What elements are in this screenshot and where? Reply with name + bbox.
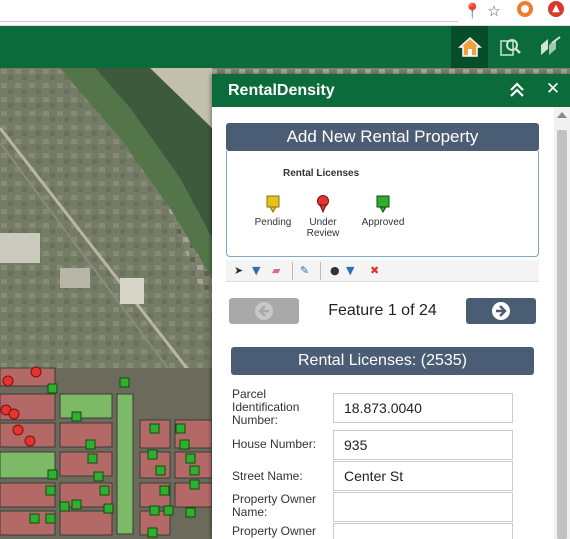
double-chevron-up-icon — [510, 82, 524, 97]
template-approved[interactable]: Approved — [353, 195, 413, 228]
attribute-label: Property Owner Name: — [232, 492, 317, 519]
extension-red-icon[interactable]: ▲ — [548, 1, 564, 17]
delete-icon[interactable]: ✖ — [370, 263, 379, 279]
template-under-review[interactable]: Under Review — [293, 195, 353, 239]
owner-field[interactable] — [333, 523, 513, 539]
scrollbar-thumb[interactable] — [557, 130, 567, 539]
extension-orange-icon[interactable] — [517, 1, 533, 17]
close-button[interactable]: ✕ — [544, 80, 562, 98]
attribute-row: Property Owner — [232, 523, 537, 539]
toolbar-separator — [320, 262, 321, 280]
arrow-right-icon — [492, 302, 510, 320]
arrow-left-icon — [255, 302, 273, 320]
green-marker-icon — [376, 195, 390, 213]
attribute-label: House Number: — [232, 437, 317, 451]
collapse-button[interactable] — [508, 81, 526, 99]
house-number-field[interactable]: 935 — [333, 430, 513, 460]
home-button[interactable] — [451, 26, 488, 68]
template-picker: Rental Licenses Pending Under Review App… — [226, 151, 539, 257]
attribute-row: Street Name: Center St — [232, 461, 537, 493]
attribute-row: Property Owner Name: — [232, 492, 537, 524]
dropdown-icon[interactable]: ▼ — [346, 263, 354, 279]
close-icon: ✕ — [545, 79, 561, 99]
address-bar[interactable] — [0, 0, 458, 22]
home-icon — [457, 36, 482, 57]
scroll-up-arrow[interactable] — [557, 112, 567, 118]
rental-density-panel: RentalDensity ✕ Add New Rental Property … — [212, 74, 570, 539]
owner-name-field[interactable] — [333, 492, 513, 522]
next-feature-button[interactable] — [466, 298, 536, 324]
panel-title: RentalDensity — [228, 82, 335, 99]
attributes-icon[interactable]: ✎ — [300, 263, 309, 279]
dropdown-icon[interactable]: ▼ — [252, 263, 260, 279]
yellow-marker-icon — [266, 195, 280, 213]
layers-button[interactable] — [531, 26, 568, 68]
attribute-label: Street Name: — [232, 469, 303, 483]
point-tool-icon[interactable]: ● — [330, 263, 340, 279]
app-header — [0, 26, 570, 68]
search-button[interactable] — [491, 26, 528, 68]
layer-title: Rental Licenses: (2535) — [231, 347, 534, 375]
attribute-row: Parcel Identification Number: 18.873.004… — [232, 387, 537, 429]
feature-counter: Feature 1 of 24 — [328, 302, 437, 319]
red-marker-icon — [317, 195, 329, 213]
panel-header: RentalDensity ✕ — [212, 74, 570, 107]
star-icon[interactable]: ☆ — [485, 2, 503, 20]
browser-toolbar: 📍 ☆ ▲ — [0, 0, 570, 26]
previous-feature-button[interactable] — [229, 298, 299, 324]
toolbar-separator — [292, 262, 293, 280]
template-label: Under Review — [306, 217, 340, 239]
add-rental-property-button[interactable]: Add New Rental Property — [226, 123, 539, 151]
attribute-label: Parcel Identification Number: — [232, 387, 300, 427]
feature-navigation: Feature 1 of 24 — [226, 297, 539, 325]
template-label: Approved — [361, 217, 405, 228]
layers-icon — [540, 36, 561, 55]
edit-toolbar: ➤ ▼ ▰ ✎ ● ▼ ✖ — [226, 260, 539, 282]
template-label: Pending — [254, 217, 292, 228]
attribute-row: House Number: 935 — [232, 430, 537, 462]
parcel-id-field[interactable]: 18.873.0040 — [333, 393, 513, 423]
select-arrow-icon[interactable]: ➤ — [234, 263, 243, 279]
attribute-label: Property Owner — [232, 524, 317, 538]
template-group-title: Rental Licenses — [283, 168, 360, 179]
street-name-field[interactable]: Center St — [333, 461, 513, 491]
eraser-icon[interactable]: ▰ — [272, 263, 280, 279]
search-icon — [499, 39, 521, 56]
pin-icon[interactable]: 📍 — [463, 2, 482, 20]
